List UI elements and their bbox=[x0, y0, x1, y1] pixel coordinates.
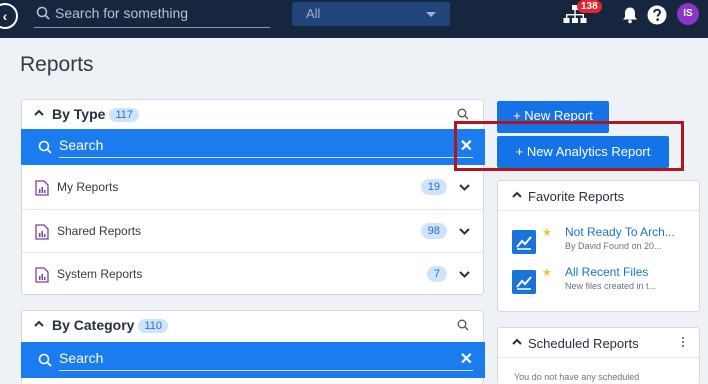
search-icon[interactable] bbox=[457, 319, 469, 331]
search-scope-value: All bbox=[306, 6, 321, 21]
chevron-down-icon[interactable] bbox=[459, 184, 470, 191]
favorite-reports-title: Favorite Reports bbox=[528, 189, 625, 204]
by-category-panel: By Category 110 Search ✕ bbox=[21, 310, 485, 384]
search-underline bbox=[59, 370, 473, 371]
list-item-count: 98 bbox=[420, 223, 447, 239]
report-icon bbox=[35, 180, 49, 196]
by-type-panel: By Type 117 Search ✕ My Reports 19 Shared… bbox=[21, 99, 485, 295]
search-scope-select[interactable]: All bbox=[292, 2, 450, 26]
favorite-report-item[interactable]: ★ All Recent Files New files created in … bbox=[512, 265, 692, 299]
by-category-search[interactable]: Search ✕ bbox=[21, 342, 485, 378]
chevron-up-icon bbox=[512, 338, 522, 345]
star-icon[interactable]: ★ bbox=[542, 266, 552, 279]
more-options-icon[interactable] bbox=[682, 337, 685, 349]
chevron-up-icon bbox=[34, 320, 44, 327]
search-icon bbox=[36, 6, 50, 20]
report-icon bbox=[35, 224, 49, 240]
close-icon[interactable]: ✕ bbox=[460, 349, 473, 369]
scheduled-reports-title: Scheduled Reports bbox=[528, 336, 639, 351]
by-type-header[interactable]: By Type 117 bbox=[22, 100, 483, 129]
chevron-up-icon bbox=[34, 109, 44, 116]
by-category-title: By Category 110 bbox=[52, 317, 169, 334]
chevron-down-icon bbox=[426, 12, 436, 17]
notification-count-badge: 138 bbox=[577, 0, 602, 13]
favorite-report-title[interactable]: Not Ready To Arch... bbox=[565, 225, 675, 239]
report-icon bbox=[35, 267, 49, 283]
search-underline bbox=[59, 157, 473, 158]
search-icon[interactable] bbox=[457, 108, 469, 120]
search-icon bbox=[38, 140, 52, 154]
scheduled-reports-card: Scheduled Reports You do not have any sc… bbox=[497, 327, 700, 384]
favorite-report-subtitle: New files created in t... bbox=[565, 281, 657, 291]
top-bar: ‹ Search for something All 138 IS bbox=[0, 0, 708, 38]
by-category-header[interactable]: By Category 110 bbox=[22, 311, 483, 340]
favorite-report-title[interactable]: All Recent Files bbox=[565, 265, 648, 279]
favorite-reports-card: Favorite Reports ★ Not Ready To Arch... … bbox=[497, 180, 700, 312]
list-item-label: Shared Reports bbox=[57, 224, 142, 238]
favorite-report-item[interactable]: ★ Not Ready To Arch... By David Found on… bbox=[512, 225, 692, 259]
page-title: Reports bbox=[20, 53, 94, 76]
chevron-up-icon bbox=[512, 191, 522, 198]
search-icon bbox=[38, 353, 52, 367]
chevron-down-icon[interactable] bbox=[459, 271, 470, 278]
favorite-report-subtitle: By David Found on 20... bbox=[565, 241, 662, 251]
favorite-reports-header[interactable]: Favorite Reports bbox=[498, 181, 699, 211]
list-item[interactable]: My Reports 19 bbox=[22, 166, 483, 209]
list-item-label: My Reports bbox=[57, 180, 119, 194]
list-item-count: 19 bbox=[420, 179, 447, 195]
list-item-count: 7 bbox=[426, 266, 447, 282]
help-icon[interactable] bbox=[647, 5, 667, 25]
line-chart-icon bbox=[512, 230, 536, 254]
global-search-input[interactable]: Search for something bbox=[34, 2, 270, 28]
global-search-placeholder: Search for something bbox=[55, 5, 189, 21]
user-avatar[interactable]: IS bbox=[677, 3, 699, 25]
list-item[interactable]: System Reports 7 bbox=[22, 252, 483, 295]
by-type-title: By Type 117 bbox=[52, 106, 139, 123]
list-item-label: System Reports bbox=[57, 267, 143, 281]
line-chart-icon bbox=[512, 270, 536, 294]
list-item[interactable]: Shared Reports 98 bbox=[22, 209, 483, 252]
by-category-count: 110 bbox=[138, 319, 169, 333]
by-category-search-input[interactable]: Search bbox=[59, 350, 103, 366]
by-type-search-input[interactable]: Search bbox=[59, 137, 103, 153]
scheduled-reports-header[interactable]: Scheduled Reports bbox=[498, 328, 699, 358]
highlight-annotation bbox=[454, 121, 684, 171]
bell-icon[interactable] bbox=[621, 6, 639, 24]
back-icon[interactable]: ‹ bbox=[0, 3, 18, 29]
by-type-search[interactable]: Search ✕ bbox=[21, 129, 485, 165]
star-icon[interactable]: ★ bbox=[542, 226, 552, 239]
by-type-count: 117 bbox=[109, 108, 139, 122]
chevron-down-icon[interactable] bbox=[459, 228, 470, 235]
scheduled-empty-message: You do not have any scheduled bbox=[514, 372, 640, 382]
